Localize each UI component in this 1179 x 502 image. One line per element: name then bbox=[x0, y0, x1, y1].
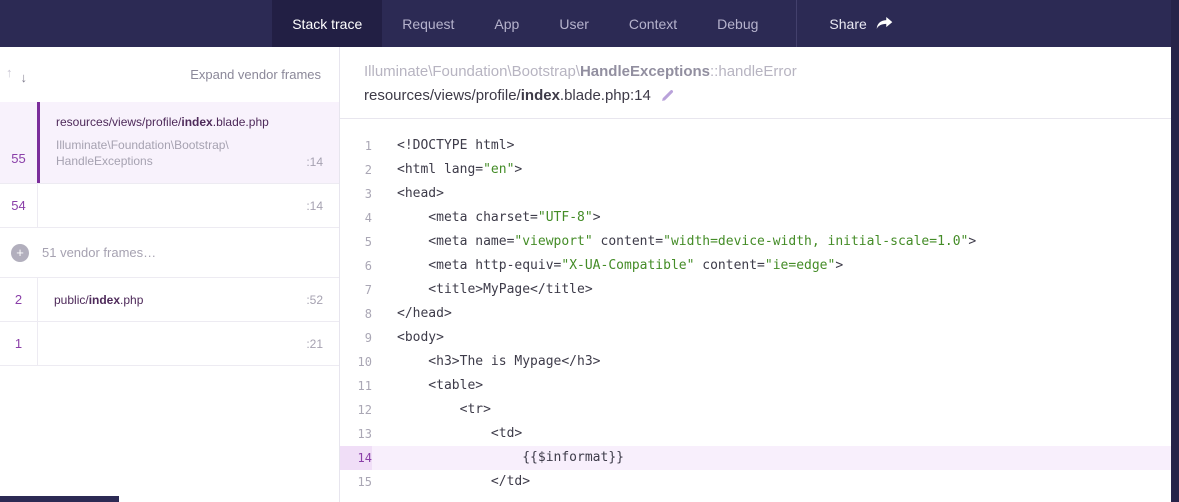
frame-index: 55 bbox=[0, 102, 37, 183]
code-line-7: 7 <title>MyPage</title> bbox=[340, 278, 1179, 302]
tab-stack-trace[interactable]: Stack trace bbox=[272, 0, 382, 47]
frame-row-1[interactable]: 1 :21 bbox=[0, 322, 339, 366]
tab-user[interactable]: User bbox=[539, 0, 609, 47]
code-line-11: 11 <table> bbox=[340, 374, 1179, 398]
line-number: 5 bbox=[340, 230, 372, 254]
frame-file-path: resources/views/profile/index.blade.php bbox=[56, 115, 323, 129]
line-number: 11 bbox=[340, 374, 372, 398]
previous-frame-button[interactable]: ↑ bbox=[4, 63, 15, 82]
tab-context[interactable]: Context bbox=[609, 0, 697, 47]
topbar-divider bbox=[796, 0, 797, 47]
line-number: 10 bbox=[340, 350, 372, 374]
frame-detail-header: Illuminate\Foundation\Bootstrap\HandleEx… bbox=[340, 47, 1179, 119]
code-line-10: 10 <h3>The is Mypage</h3> bbox=[340, 350, 1179, 374]
code-text: <title>MyPage</title> bbox=[372, 278, 593, 302]
next-section-edge bbox=[0, 496, 119, 502]
stack-trace-sidebar: ↑ ↓ Expand vendor frames 55 resources/vie… bbox=[0, 47, 340, 502]
frame-detail-panel: Illuminate\Foundation\Bootstrap\HandleEx… bbox=[340, 47, 1179, 502]
code-text: <meta name="viewport" content="width=dev… bbox=[372, 230, 976, 254]
next-frame-button[interactable]: ↓ bbox=[19, 68, 30, 87]
code-line-1: 1<!DOCTYPE html> bbox=[340, 134, 1179, 158]
frame-row-55[interactable]: 55 resources/views/profile/index.blade.ph… bbox=[0, 102, 339, 184]
line-number: 8 bbox=[340, 302, 372, 326]
sidebar-header: ↑ ↓ Expand vendor frames bbox=[0, 47, 339, 102]
frame-index: 54 bbox=[0, 184, 37, 227]
line-number: 2 bbox=[340, 158, 372, 182]
frame-class-name: HandleExceptions bbox=[580, 63, 710, 80]
code-line-13: 13 <td> bbox=[340, 422, 1179, 446]
line-number: 3 bbox=[340, 182, 372, 206]
line-number: 14 bbox=[340, 446, 372, 470]
frame-navigation: ↑ ↓ bbox=[4, 63, 29, 87]
code-text: <body> bbox=[372, 326, 444, 350]
code-line-9: 9<body> bbox=[340, 326, 1179, 350]
expand-vendor-frames-link[interactable]: Expand vendor frames bbox=[190, 67, 321, 82]
code-line-4: 4 <meta charset="UTF-8"> bbox=[340, 206, 1179, 230]
code-text: <html lang="en"> bbox=[372, 158, 522, 182]
frame-line-number: :14 bbox=[306, 199, 323, 213]
arrow-up-icon: ↑ bbox=[6, 65, 13, 80]
code-viewer: 1<!DOCTYPE html>2<html lang="en">3<head>… bbox=[340, 119, 1179, 502]
code-line-6: 6 <meta http-equiv="X-UA-Compatible" con… bbox=[340, 254, 1179, 278]
frame-row-2[interactable]: 2 public/index.php :52 bbox=[0, 278, 339, 322]
line-number: 12 bbox=[340, 398, 372, 422]
code-text: </td> bbox=[372, 470, 530, 494]
code-line-5: 5 <meta name="viewport" content="width=d… bbox=[340, 230, 1179, 254]
frame-line-number: :21 bbox=[306, 337, 323, 351]
code-text: <head> bbox=[372, 182, 444, 206]
line-number: 6 bbox=[340, 254, 372, 278]
line-number: 4 bbox=[340, 206, 372, 230]
line-number: 15 bbox=[340, 470, 372, 494]
frame-file-line: resources/views/profile/index.blade.php:… bbox=[364, 87, 1155, 104]
code-text: <h3>The is Mypage</h3> bbox=[372, 350, 601, 374]
line-number: 13 bbox=[340, 422, 372, 446]
arrow-down-icon: ↓ bbox=[21, 70, 28, 85]
code-text: <meta charset="UTF-8"> bbox=[372, 206, 601, 230]
frame-namespace: Illuminate\Foundation\Bootstrap\ bbox=[364, 63, 580, 80]
error-debugger-page: Stack traceRequestAppUserContextDebug Sh… bbox=[0, 0, 1179, 502]
line-number: 7 bbox=[340, 278, 372, 302]
share-button-label: Share bbox=[829, 16, 866, 32]
code-line-8: 8</head> bbox=[340, 302, 1179, 326]
top-tabs: Stack traceRequestAppUserContextDebug bbox=[272, 0, 778, 47]
expand-vendor-plus-icon[interactable]: + bbox=[11, 244, 29, 262]
vendor-frames-label: 51 vendor frames… bbox=[42, 245, 156, 260]
frame-list: 55 resources/views/profile/index.blade.ph… bbox=[0, 102, 339, 366]
line-number: 1 bbox=[340, 134, 372, 158]
code-text: </head> bbox=[372, 302, 452, 326]
tab-app[interactable]: App bbox=[474, 0, 539, 47]
frame-method-name: ::handleError bbox=[710, 63, 797, 80]
frame-method-line: Illuminate\Foundation\Bootstrap\HandleEx… bbox=[364, 63, 1155, 80]
code-line-3: 3<head> bbox=[340, 182, 1179, 206]
vendor-frames-row[interactable]: +51 vendor frames… bbox=[0, 228, 339, 278]
code-line-12: 12 <tr> bbox=[340, 398, 1179, 422]
content-area: ↑ ↓ Expand vendor frames 55 resources/vie… bbox=[0, 47, 1179, 502]
frame-file-path: public/index.php bbox=[54, 293, 143, 307]
code-text: <table> bbox=[372, 374, 483, 398]
tab-debug[interactable]: Debug bbox=[697, 0, 778, 47]
line-number: 9 bbox=[340, 326, 372, 350]
code-text: <meta http-equiv="X-UA-Compatible" conte… bbox=[372, 254, 843, 278]
code-line-15: 15 </td> bbox=[340, 470, 1179, 494]
share-button[interactable]: Share bbox=[815, 0, 906, 47]
code-line-14: 14 {{$informat}} bbox=[340, 446, 1179, 470]
tab-request[interactable]: Request bbox=[382, 0, 474, 47]
code-line-2: 2<html lang="en"> bbox=[340, 158, 1179, 182]
frame-index: 2 bbox=[0, 278, 37, 321]
edit-file-pencil-icon[interactable] bbox=[660, 88, 675, 103]
frame-line-number: :14 bbox=[306, 155, 323, 169]
frame-index: 1 bbox=[0, 322, 37, 365]
code-text: <!DOCTYPE html> bbox=[372, 134, 514, 158]
code-text: {{$informat}} bbox=[372, 446, 624, 470]
frame-row-54[interactable]: 54 :14 bbox=[0, 184, 339, 228]
top-navigation-bar: Stack traceRequestAppUserContextDebug Sh… bbox=[0, 0, 1179, 47]
frame-line-number: :52 bbox=[306, 293, 323, 307]
frame-class: Illuminate\Foundation\Bootstrap\HandleEx… bbox=[56, 138, 229, 169]
code-text: <tr> bbox=[372, 398, 491, 422]
code-text: <td> bbox=[372, 422, 522, 446]
share-arrow-icon bbox=[876, 16, 893, 31]
page-scrollbar-track[interactable] bbox=[1171, 0, 1179, 502]
frame-file-path: resources/views/profile/index.blade.php:… bbox=[364, 87, 651, 104]
